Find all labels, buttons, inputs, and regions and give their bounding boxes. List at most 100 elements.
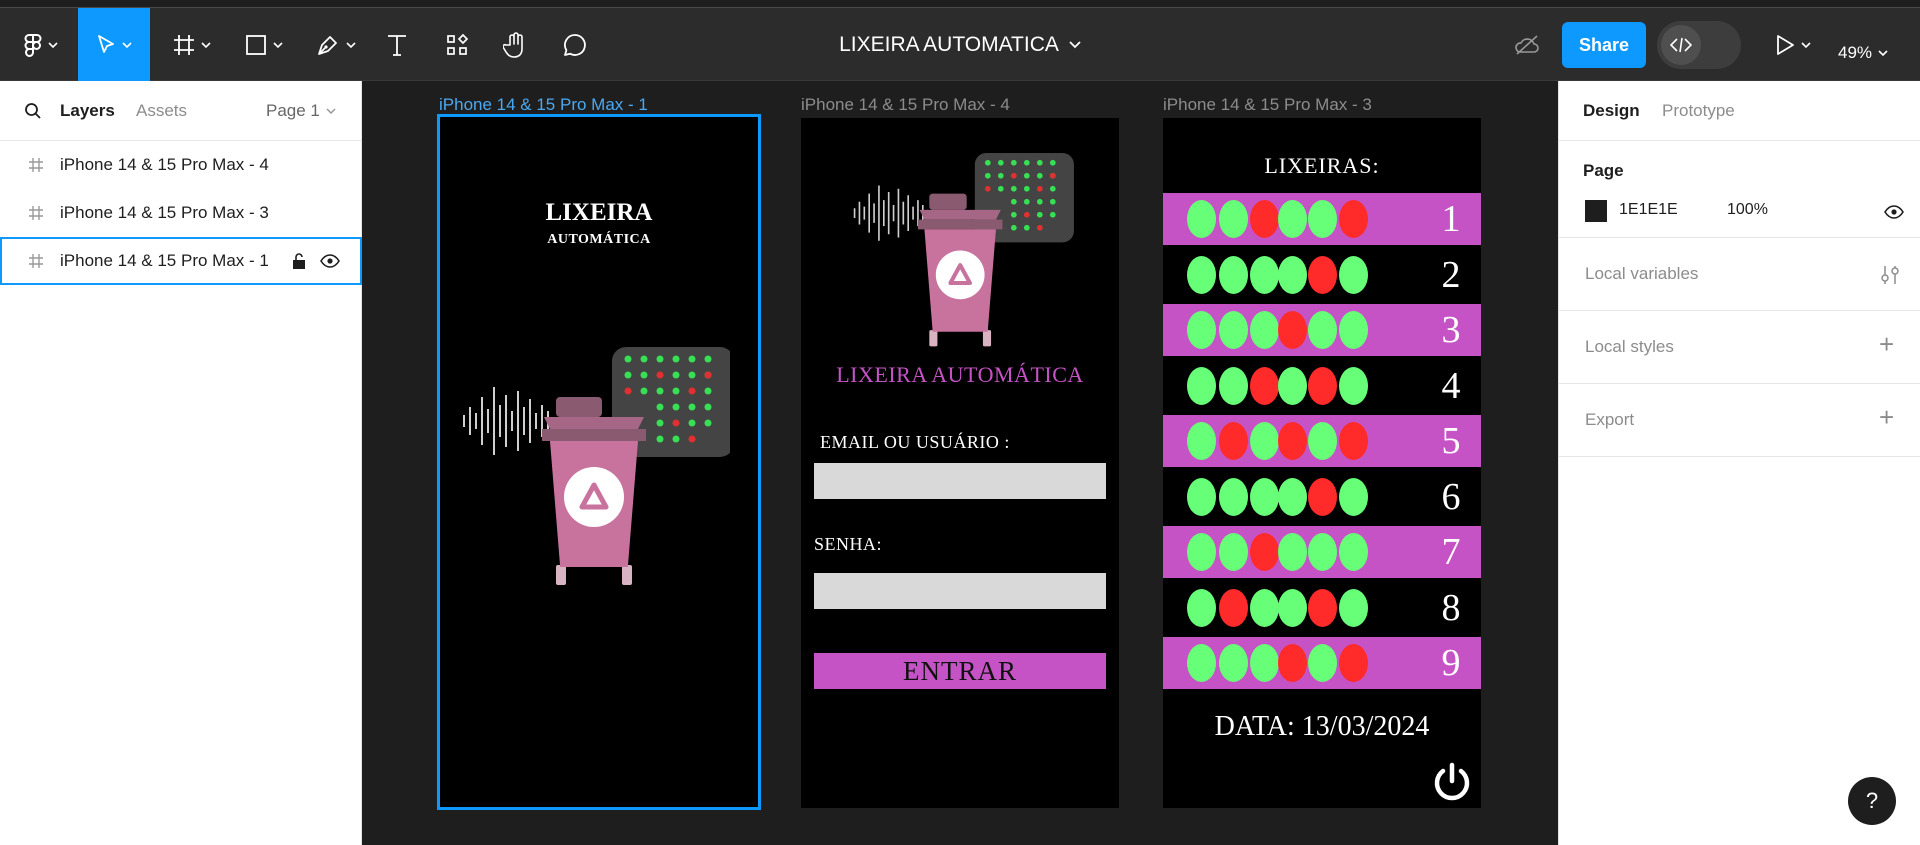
bin-row[interactable]: 6: [1163, 471, 1481, 523]
password-field[interactable]: [814, 573, 1106, 609]
status-dot-full: [1278, 311, 1307, 349]
date-label: DATA: 13/03/2024: [1214, 711, 1430, 742]
tab-prototype[interactable]: Prototype: [1662, 81, 1735, 141]
layer-item[interactable]: iPhone 14 & 15 Pro Max - 4: [0, 141, 362, 189]
eye-icon[interactable]: [1884, 205, 1904, 219]
move-tool-button[interactable]: [78, 8, 150, 81]
text-tool-button[interactable]: [380, 8, 414, 81]
status-dot-ok: [1187, 311, 1216, 349]
dev-mode-toggle[interactable]: [1657, 21, 1741, 69]
layer-actions: [292, 252, 340, 270]
frame-label[interactable]: iPhone 14 & 15 Pro Max - 1: [439, 95, 648, 115]
text-t-icon: [388, 34, 406, 56]
resources-tool-button[interactable]: [440, 8, 474, 81]
dev-mode-knob: [1661, 25, 1701, 65]
tab-design[interactable]: Design: [1583, 81, 1640, 141]
right-panel-tabs: Design Prototype: [1559, 81, 1920, 141]
frame-tool-button[interactable]: [166, 8, 218, 81]
export-title: Export: [1585, 410, 1635, 429]
frame-label[interactable]: iPhone 14 & 15 Pro Max - 4: [801, 95, 1010, 115]
status-dot-ok: [1219, 311, 1248, 349]
bin-row[interactable]: 3: [1163, 304, 1481, 356]
add-export-button[interactable]: +: [1879, 402, 1894, 433]
zoom-level: 49%: [1838, 42, 1873, 62]
zoom-menu[interactable]: 49%: [1838, 16, 1888, 89]
help-button[interactable]: ?: [1848, 777, 1896, 825]
canvas[interactable]: iPhone 14 & 15 Pro Max - 1 LIXEIRA AUTOM…: [362, 81, 1558, 845]
frame-bins-status[interactable]: LIXEIRAS: 1 2 3 4 5 6 7 8 9 DATA: 13/03/2024: [1163, 118, 1481, 808]
status-dot-full: [1278, 644, 1307, 682]
present-button[interactable]: [1768, 8, 1818, 81]
pen-tool-button[interactable]: [310, 8, 362, 81]
main-menu-button[interactable]: [16, 8, 66, 81]
share-button[interactable]: Share: [1562, 22, 1646, 68]
bin-row[interactable]: 1: [1163, 193, 1481, 245]
bin-row[interactable]: 5: [1163, 415, 1481, 467]
chevron-down-icon: [1801, 41, 1811, 48]
tab-layers[interactable]: Layers: [60, 81, 115, 141]
status-dot-ok: [1250, 256, 1279, 294]
local-variables-title: Local variables: [1585, 264, 1699, 283]
chevron-down-icon: [122, 41, 132, 48]
layer-item-selected[interactable]: iPhone 14 & 15 Pro Max - 1: [0, 237, 362, 285]
eye-icon[interactable]: [320, 254, 340, 268]
bin-row[interactable]: 8: [1163, 582, 1481, 634]
status-dot-ok: [1187, 256, 1216, 294]
hand-tool-button[interactable]: [498, 8, 534, 81]
bin-row[interactable]: 9: [1163, 637, 1481, 689]
status-dot-full: [1308, 478, 1337, 516]
enter-button[interactable]: ENTRAR: [814, 653, 1106, 689]
page-section: Page 1E1E1E 100%: [1559, 141, 1920, 238]
shape-tool-button[interactable]: [238, 8, 290, 81]
power-icon[interactable]: [1431, 761, 1473, 803]
page-opacity[interactable]: 100%: [1727, 201, 1768, 219]
status-dot-ok: [1339, 256, 1368, 294]
page-color-swatch[interactable]: [1585, 200, 1607, 222]
bin-row[interactable]: 7: [1163, 526, 1481, 578]
layer-item[interactable]: iPhone 14 & 15 Pro Max - 3: [0, 189, 362, 237]
status-dot-ok: [1187, 533, 1216, 571]
sliders-icon[interactable]: [1879, 264, 1901, 286]
bin-row[interactable]: 2: [1163, 249, 1481, 301]
frame-hash-icon: [29, 206, 43, 220]
bin-number: 1: [1441, 198, 1461, 240]
frame-splash[interactable]: LIXEIRA AUTOMÁTICA: [437, 114, 761, 810]
local-variables-section[interactable]: Local variables: [1559, 238, 1920, 311]
tab-assets[interactable]: Assets: [136, 81, 187, 141]
bin-number: 5: [1441, 420, 1461, 462]
status-dot-ok: [1250, 644, 1279, 682]
search-layers-button[interactable]: [24, 81, 42, 141]
bins-title: LIXEIRAS:: [1264, 153, 1380, 178]
cloud-off-icon: [1515, 34, 1539, 55]
page-selector[interactable]: Page 1: [266, 81, 336, 141]
status-dot-ok: [1219, 256, 1248, 294]
page-selector-label: Page 1: [266, 101, 320, 120]
email-field[interactable]: [814, 463, 1106, 499]
unlock-icon[interactable]: [292, 252, 306, 270]
status-dot-ok: [1308, 533, 1337, 571]
comment-tool-button[interactable]: [557, 8, 593, 81]
frame-login[interactable]: LIXEIRA AUTOMÁTICA EMAIL OU USUÁRIO : SE…: [801, 118, 1119, 808]
bin-row[interactable]: 4: [1163, 360, 1481, 412]
chevron-down-icon[interactable]: [1069, 40, 1081, 49]
layers-panel: Layers Assets Page 1 iPhone 14 & 15 Pro …: [0, 81, 362, 845]
status-dot-full: [1308, 256, 1337, 294]
status-dot-ok: [1308, 422, 1337, 460]
status-dot-ok: [1278, 533, 1307, 571]
status-dot-ok: [1187, 367, 1216, 405]
local-styles-section[interactable]: Local styles +: [1559, 311, 1920, 384]
status-dot-full: [1250, 200, 1279, 238]
status-dot-full: [1250, 533, 1279, 571]
layer-name: iPhone 14 & 15 Pro Max - 3: [60, 203, 269, 222]
status-dot-ok: [1278, 367, 1307, 405]
status-dot-ok: [1339, 589, 1368, 627]
trash-bin-icon: [542, 397, 646, 585]
layer-name: iPhone 14 & 15 Pro Max - 1: [60, 251, 269, 270]
add-style-button[interactable]: +: [1879, 329, 1894, 360]
document-title[interactable]: LIXEIRA AUTOMATICA: [839, 33, 1059, 57]
status-dot-ok: [1250, 478, 1279, 516]
export-section[interactable]: Export +: [1559, 384, 1920, 457]
page-color-hex[interactable]: 1E1E1E: [1619, 201, 1678, 219]
frame-label[interactable]: iPhone 14 & 15 Pro Max - 3: [1163, 95, 1372, 115]
hand-icon: [503, 31, 523, 58]
